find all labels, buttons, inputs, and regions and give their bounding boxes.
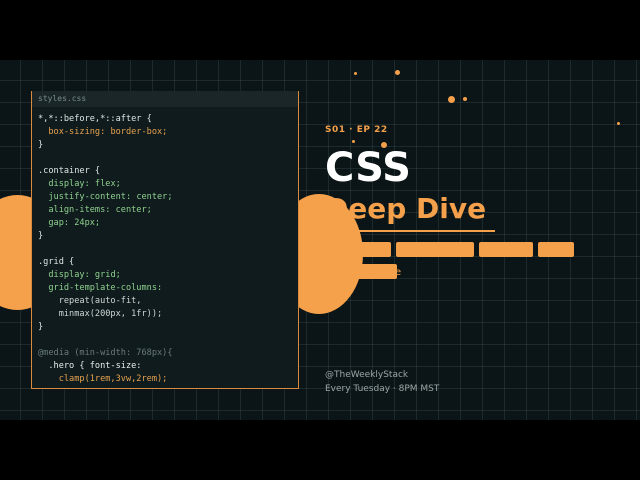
code-token: minmax(200px, 1fr)); xyxy=(38,309,163,319)
code-token: } xyxy=(38,140,44,150)
code-token: *,*::before,*::after { xyxy=(38,114,152,124)
code-token: box-sizing: xyxy=(38,127,111,137)
code-line: grid-template-columns: xyxy=(38,282,173,295)
decor-dot xyxy=(352,140,355,143)
code-token: 24px; xyxy=(74,218,101,228)
title-line-1: CSS xyxy=(325,145,411,191)
code-token: center; xyxy=(115,205,152,215)
code-token: flex; xyxy=(94,179,121,189)
decor-dot xyxy=(354,72,357,75)
code-token: justify-content: xyxy=(38,192,137,202)
episode-label: S01 · EP 22 xyxy=(325,125,388,135)
decor-dot xyxy=(448,96,455,103)
code-line: repeat(auto-fit, xyxy=(38,295,173,308)
code-token: .container { xyxy=(38,166,101,176)
title-underline xyxy=(325,230,495,232)
code-line: minmax(200px, 1fr)); xyxy=(38,308,173,321)
title-line-2: Deep Dive xyxy=(325,192,487,225)
code-line: .grid { xyxy=(38,256,173,269)
code-token: } xyxy=(38,322,44,332)
code-line: } xyxy=(38,321,173,334)
redacted-bar xyxy=(325,242,391,257)
decor-dot xyxy=(617,122,620,125)
code-line: *,*::before,*::after { xyxy=(38,113,173,126)
decor-dot xyxy=(395,70,400,75)
redacted-bar xyxy=(538,242,574,257)
decor-dot xyxy=(463,97,467,101)
code-line: display: flex; xyxy=(38,178,173,191)
code-line: box-sizing: border-box; xyxy=(38,126,173,139)
code-token: grid; xyxy=(94,270,121,280)
code-token: clamp(1rem,3vw,2rem); xyxy=(38,374,168,384)
code-token: @media (min-width: 768px){ xyxy=(38,348,173,358)
code-line: } xyxy=(38,230,173,243)
social-handle: @TheWeeklyStack xyxy=(325,370,409,380)
code-line: clamp(1rem,3vw,2rem); xyxy=(38,373,173,386)
code-line: display: grid; xyxy=(38,269,173,282)
code-block: *,*::before,*::after { box-sizing: borde… xyxy=(38,113,173,386)
code-line: .container { xyxy=(38,165,173,178)
code-token: .grid { xyxy=(38,257,75,267)
code-line: align-items: center; xyxy=(38,204,173,217)
code-line: justify-content: center; xyxy=(38,191,173,204)
code-line: } xyxy=(38,139,173,152)
code-token: display: xyxy=(38,179,95,189)
code-token: center; xyxy=(136,192,173,202)
code-line: @media (min-width: 768px){ xyxy=(38,347,173,360)
partial-text: e xyxy=(395,267,402,278)
redacted-bar xyxy=(396,242,474,257)
code-token: align-items: xyxy=(38,205,116,215)
editor-filename-tab: styles.css xyxy=(32,91,298,107)
code-token: repeat(auto-fit, xyxy=(38,296,142,306)
episode-cover: styles.css *,*::before,*::after { box-si… xyxy=(0,60,640,420)
redacted-bar xyxy=(479,242,533,257)
code-token: border-box; xyxy=(110,127,168,137)
code-token: .hero { font-size: xyxy=(38,361,142,371)
redacted-bar xyxy=(325,264,397,279)
code-line: .hero { font-size: xyxy=(38,360,173,373)
schedule-text: Every Tuesday · 8PM MST xyxy=(325,384,440,394)
code-token: gap: xyxy=(38,218,75,228)
code-token: grid-template-columns: xyxy=(38,283,163,293)
code-editor-panel: styles.css *,*::before,*::after { box-si… xyxy=(31,91,299,389)
code-line: gap: 24px; xyxy=(38,217,173,230)
code-token: display: xyxy=(38,270,95,280)
code-token: } xyxy=(38,231,44,241)
